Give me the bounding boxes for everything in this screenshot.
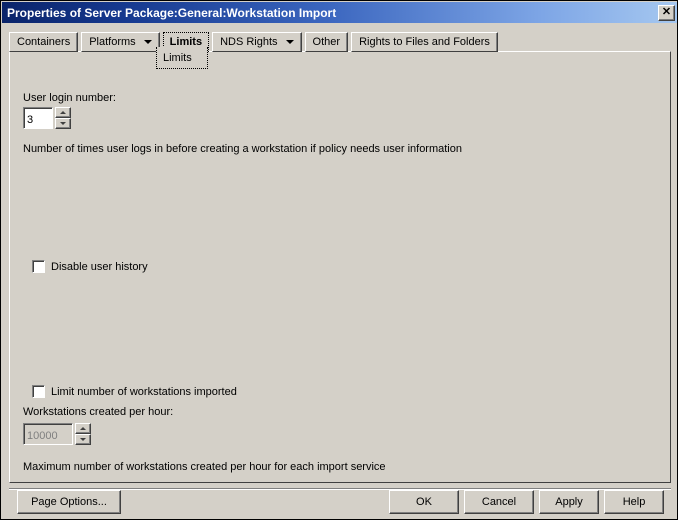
page-options-button[interactable]: Page Options... [17,490,121,514]
tab-other-label: Other [312,36,341,48]
tab-containers[interactable]: Containers [9,32,79,52]
chevron-down-icon [143,40,152,44]
tab-platforms[interactable]: Platforms [81,32,160,52]
user-login-number-decrement-button[interactable] [55,118,71,129]
cancel-button[interactable]: Cancel [464,490,534,514]
tab-other[interactable]: Other [304,32,349,52]
properties-dialog: Properties of Server Package:General:Wor… [0,0,678,520]
workstations-per-hour-decrement-button[interactable] [75,434,91,445]
help-button[interactable]: Help [604,490,664,514]
workstations-description: Maximum number of workstations created p… [23,461,386,473]
arrow-up-icon [60,111,66,114]
apply-button[interactable]: Apply [539,490,599,514]
tab-dropdown-menu-item-limits[interactable]: Limits [156,47,208,69]
tab-nds-rights[interactable]: NDS Rights [212,32,302,52]
window-title: Properties of Server Package:General:Wor… [7,5,337,20]
user-login-description: Number of times user logs in before crea… [23,143,462,155]
disable-user-history-label: Disable user history [51,260,148,273]
workstations-per-hour-spin-buttons [75,423,91,445]
disable-user-history-checkbox-row[interactable]: Disable user history [32,260,148,273]
disable-user-history-checkbox[interactable] [32,260,45,273]
chevron-down-icon [285,40,294,44]
title-bar: Properties of Server Package:General:Wor… [2,2,677,23]
user-login-number-spin-buttons [55,107,71,129]
workstations-per-hour-stepper[interactable] [23,423,91,445]
user-login-number-stepper[interactable] [23,107,71,129]
workstations-per-hour-input[interactable] [23,423,73,445]
ok-button[interactable]: OK [389,490,459,514]
tab-strip: Containers Platforms Limits NDS Rights O… [9,32,501,52]
arrow-down-icon [60,122,66,125]
tab-dropdown-item-label: Limits [163,51,192,64]
user-login-number-increment-button[interactable] [55,107,71,118]
limit-workstations-checkbox-row[interactable]: Limit number of workstations imported [32,385,237,398]
tab-content-panel: User login number: Number of times user … [9,51,671,483]
limit-workstations-label: Limit number of workstations imported [51,385,237,398]
user-login-number-label: User login number: [23,92,116,104]
close-icon[interactable]: ✕ [658,4,675,21]
tab-containers-label: Containers [17,36,71,48]
arrow-up-icon [80,427,86,430]
workstations-per-hour-label: Workstations created per hour: [23,406,174,418]
tab-platforms-label: Platforms [89,36,136,48]
user-login-number-input[interactable] [23,107,53,129]
tab-nds-rights-label: NDS Rights [220,36,278,48]
tab-rights-to-files-and-folders[interactable]: Rights to Files and Folders [351,32,498,52]
limit-workstations-checkbox[interactable] [32,385,45,398]
arrow-down-icon [80,438,86,441]
workstations-per-hour-increment-button[interactable] [75,423,91,434]
tab-rights-files-label: Rights to Files and Folders [359,36,490,48]
